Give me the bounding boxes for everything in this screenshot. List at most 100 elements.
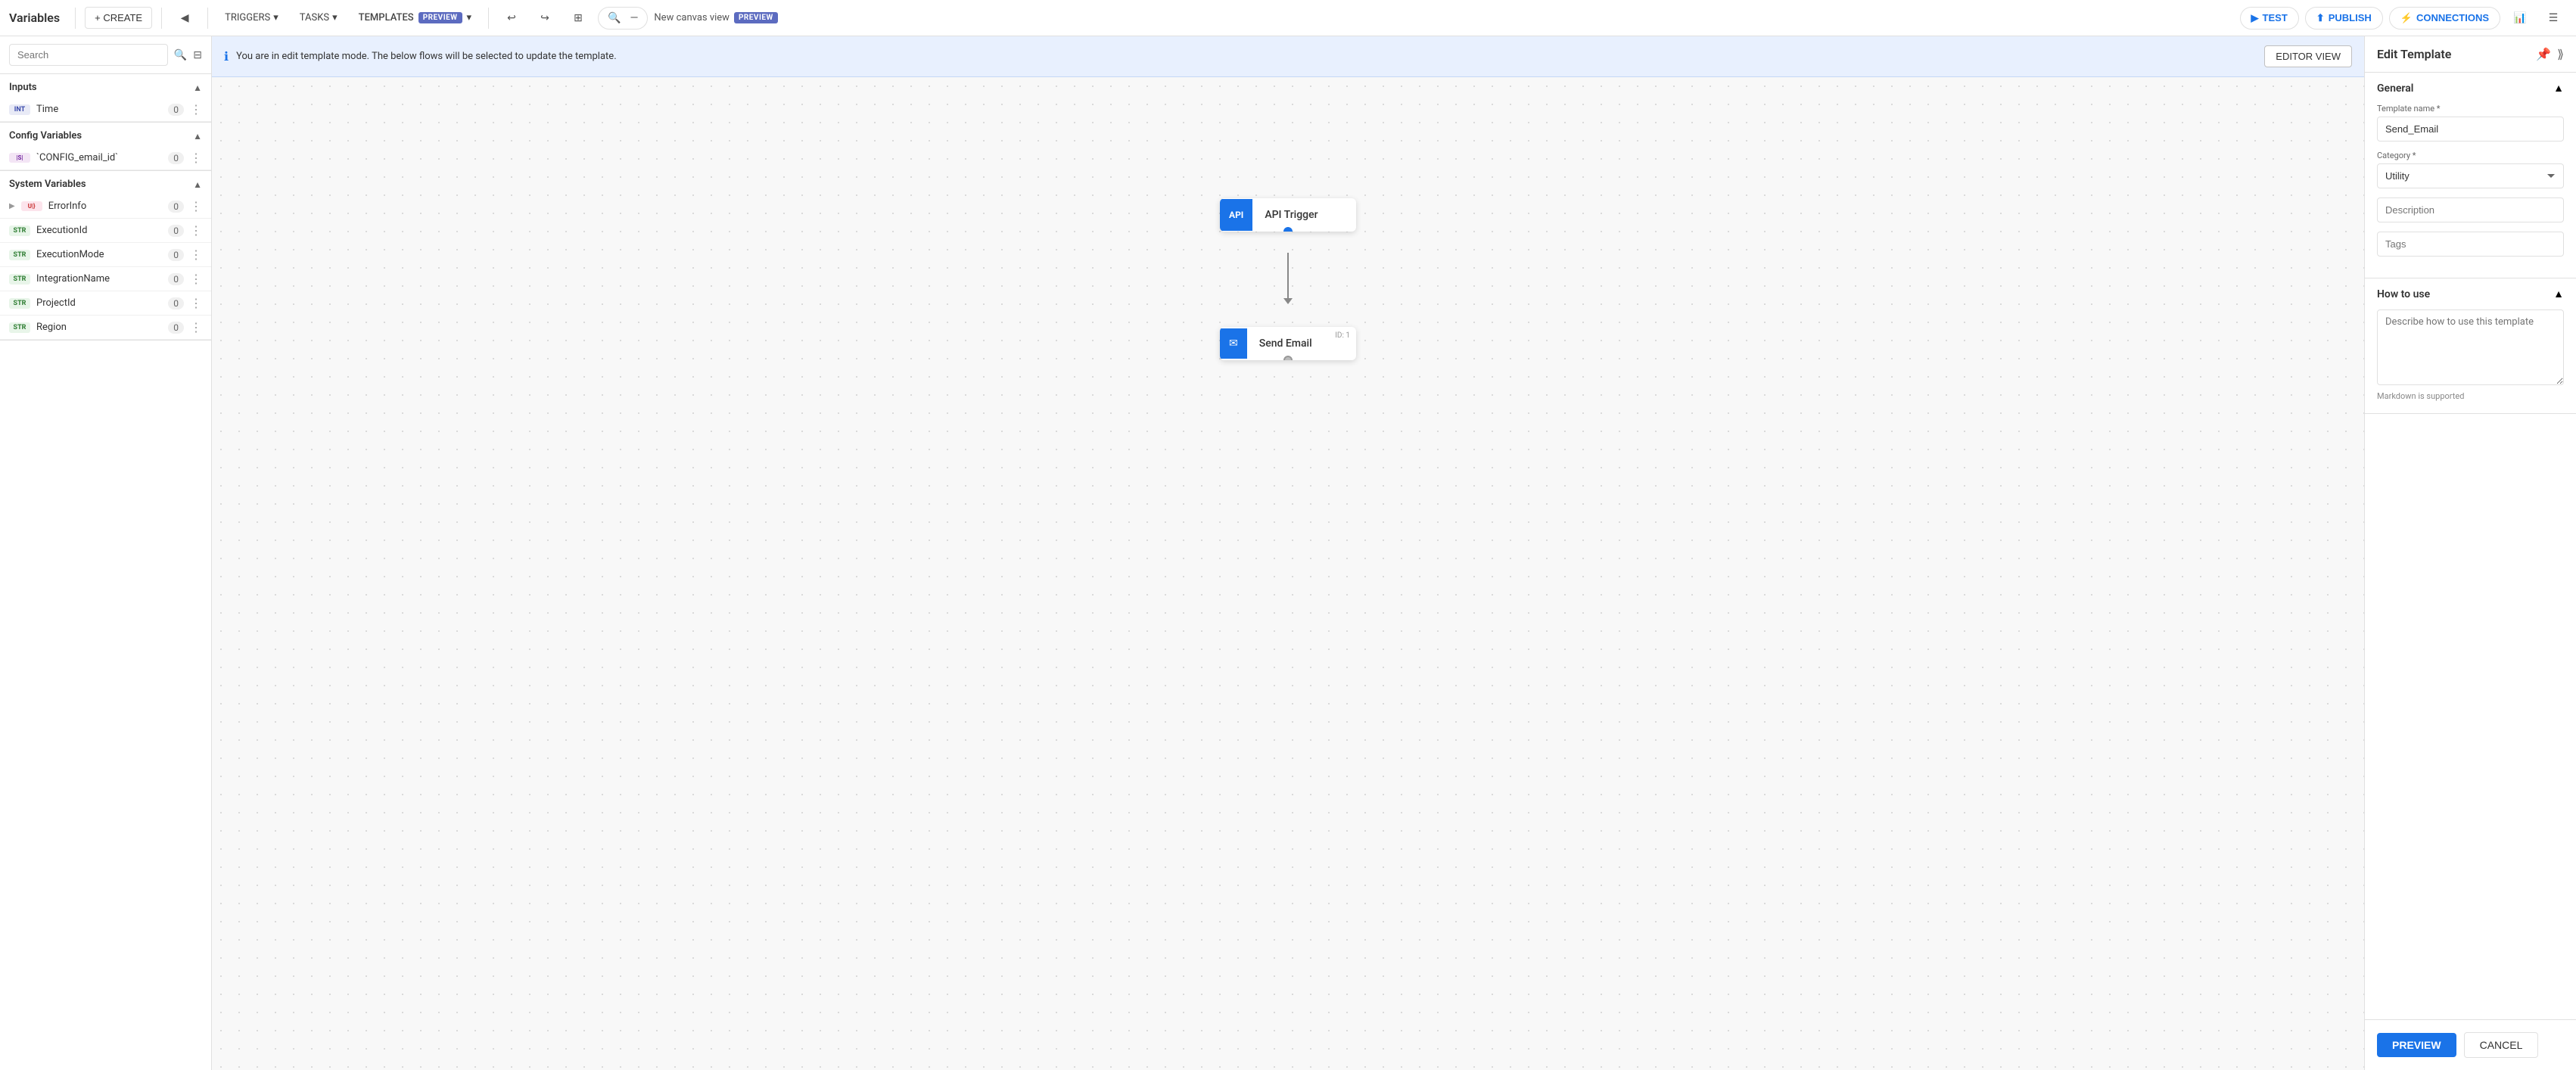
variable-menu-icon[interactable]: ⋮ xyxy=(190,247,202,262)
variable-menu-icon[interactable]: ⋮ xyxy=(190,102,202,117)
test-button[interactable]: ▶ TEST xyxy=(2240,7,2299,30)
variable-menu-icon[interactable]: ⋮ xyxy=(190,199,202,213)
variable-count: 0 xyxy=(168,201,184,213)
search-icon[interactable]: 🔍 xyxy=(174,49,187,61)
category-label: Category * xyxy=(2377,151,2564,160)
config-collapse-icon[interactable]: ▲ xyxy=(193,131,202,142)
zoom-out-icon[interactable]: 🔍 xyxy=(605,11,624,26)
expand-icon[interactable]: ▶ xyxy=(9,202,15,210)
nav-divider-2 xyxy=(161,8,162,29)
cancel-button[interactable]: CANCEL xyxy=(2464,1032,2539,1058)
connections-icon: ⚡ xyxy=(2400,12,2413,24)
description-input[interactable] xyxy=(2377,198,2564,222)
category-select[interactable]: Utility Communication Data Finance xyxy=(2377,163,2564,188)
arrow-head xyxy=(1283,298,1293,304)
tags-input[interactable] xyxy=(2377,232,2564,257)
triggers-label: TRIGGERS xyxy=(225,12,270,23)
system-section-header[interactable]: System Variables ▲ xyxy=(0,171,211,194)
general-collapse-icon[interactable]: ▲ xyxy=(2553,82,2564,95)
canvas-view-text: New canvas view xyxy=(654,12,730,23)
test-label: TEST xyxy=(2263,12,2288,23)
nav-divider-4 xyxy=(488,8,489,29)
template-name-label: Template name * xyxy=(2377,104,2564,114)
variable-menu-icon[interactable]: ⋮ xyxy=(190,272,202,286)
filter-icon[interactable]: ⊟ xyxy=(193,49,202,61)
api-trigger-connector xyxy=(1283,227,1293,232)
variable-name: IntegrationName xyxy=(36,273,162,285)
system-section-title: System Variables xyxy=(9,179,86,190)
config-section-header[interactable]: Config Variables ▲ xyxy=(0,123,211,146)
templates-label: TEMPLATES xyxy=(359,12,414,23)
how-to-use-section: How to use ▲ Markdown is supported xyxy=(2365,278,2576,414)
general-section-header[interactable]: General ▲ xyxy=(2365,73,2576,104)
flow-canvas[interactable]: API API Trigger ✉ Send Email ID: 1 xyxy=(212,77,2364,1070)
general-section-content: Template name * Category * Utility Commu… xyxy=(2365,104,2576,278)
config-section-title: Config Variables xyxy=(9,130,82,142)
node-id-badge: ID: 1 xyxy=(1335,331,1350,340)
variable-name: Time xyxy=(36,104,162,115)
close-panel-icon[interactable]: ⟫ xyxy=(2557,47,2564,61)
variable-menu-icon[interactable]: ⋮ xyxy=(190,223,202,238)
list-item[interactable]: STR Region 0 ⋮ xyxy=(0,316,211,340)
list-item[interactable]: STR ExecutionMode 0 ⋮ xyxy=(0,243,211,267)
list-item[interactable]: |S| `CONFIG_email_id` 0 ⋮ xyxy=(0,146,211,170)
list-item[interactable]: INT Time 0 ⋮ xyxy=(0,98,211,122)
template-name-input[interactable] xyxy=(2377,117,2564,142)
editor-view-button[interactable]: EDITOR VIEW xyxy=(2264,45,2352,67)
zoom-in-icon[interactable]: — xyxy=(627,11,641,26)
menu-icon[interactable]: ☰ xyxy=(2540,5,2567,32)
collapse-sidebar-icon[interactable]: ◀ xyxy=(171,5,198,32)
tasks-dropdown[interactable]: TASKS ▾ xyxy=(292,8,345,28)
redo-icon[interactable]: ↪ xyxy=(531,5,558,32)
triggers-chevron-icon: ▾ xyxy=(273,12,278,23)
how-to-use-collapse-icon[interactable]: ▲ xyxy=(2553,288,2564,300)
pin-icon[interactable]: 📌 xyxy=(2536,47,2551,61)
variable-menu-icon[interactable]: ⋮ xyxy=(190,296,202,310)
list-item[interactable]: STR IntegrationName 0 ⋮ xyxy=(0,267,211,291)
type-badge-str: STR xyxy=(9,298,30,309)
triggers-dropdown[interactable]: TRIGGERS ▾ xyxy=(217,8,286,28)
inputs-section-header[interactable]: Inputs ▲ xyxy=(0,74,211,98)
chart-icon[interactable]: 📊 xyxy=(2506,5,2534,32)
system-collapse-icon[interactable]: ▲ xyxy=(193,179,202,190)
list-item[interactable]: STR ExecutionId 0 ⋮ xyxy=(0,219,211,243)
arrow-line xyxy=(1287,253,1289,298)
send-email-node[interactable]: ✉ Send Email ID: 1 xyxy=(1220,327,1356,360)
publish-button[interactable]: ⬆ PUBLISH xyxy=(2305,7,2383,30)
how-to-use-title: How to use xyxy=(2377,288,2430,300)
variable-count: 0 xyxy=(168,104,184,116)
list-item[interactable]: STR ProjectId 0 ⋮ xyxy=(0,291,211,316)
type-badge-str: STR xyxy=(9,274,30,285)
send-email-label: Send Email xyxy=(1247,327,1324,360)
left-sidebar: 🔍 ⊟ Inputs ▲ INT Time 0 ⋮ Config Variabl… xyxy=(0,36,212,1070)
variable-count: 0 xyxy=(168,152,184,164)
variable-menu-icon[interactable]: ⋮ xyxy=(190,151,202,165)
create-button[interactable]: + CREATE xyxy=(85,7,152,29)
tags-field xyxy=(2377,232,2564,257)
panel-title: Edit Template xyxy=(2377,47,2451,61)
description-field xyxy=(2377,198,2564,222)
search-input[interactable] xyxy=(9,44,168,66)
type-badge-str: STR xyxy=(9,322,30,333)
undo-icon[interactable]: ↩ xyxy=(498,5,525,32)
variable-count: 0 xyxy=(168,225,184,237)
how-to-use-section-header[interactable]: How to use ▲ xyxy=(2365,278,2576,309)
api-trigger-node[interactable]: API API Trigger xyxy=(1220,198,1356,232)
inputs-collapse-icon[interactable]: ▲ xyxy=(193,82,202,93)
type-badge-si: |S| xyxy=(9,153,30,163)
preview-button[interactable]: PREVIEW xyxy=(2377,1033,2456,1057)
templates-dropdown[interactable]: TEMPLATES PREVIEW ▾ xyxy=(351,8,479,28)
general-section: General ▲ Template name * Category * Uti… xyxy=(2365,73,2576,278)
connections-button[interactable]: ⚡ CONNECTIONS xyxy=(2389,7,2500,30)
variable-name: ProjectId xyxy=(36,297,162,309)
variable-count: 0 xyxy=(168,322,184,334)
banner-message: You are in edit template mode. The below… xyxy=(236,51,2257,62)
canvas-view-label: New canvas view PREVIEW xyxy=(654,12,777,23)
how-to-use-textarea[interactable] xyxy=(2377,309,2564,385)
variable-name: ExecutionMode xyxy=(36,249,162,260)
nav-divider-3 xyxy=(207,8,208,29)
category-field: Category * Utility Communication Data Fi… xyxy=(2377,151,2564,188)
layout-icon[interactable]: ⊞ xyxy=(565,5,592,32)
list-item[interactable]: ▶ U|} ErrorInfo 0 ⋮ xyxy=(0,194,211,219)
variable-menu-icon[interactable]: ⋮ xyxy=(190,320,202,334)
